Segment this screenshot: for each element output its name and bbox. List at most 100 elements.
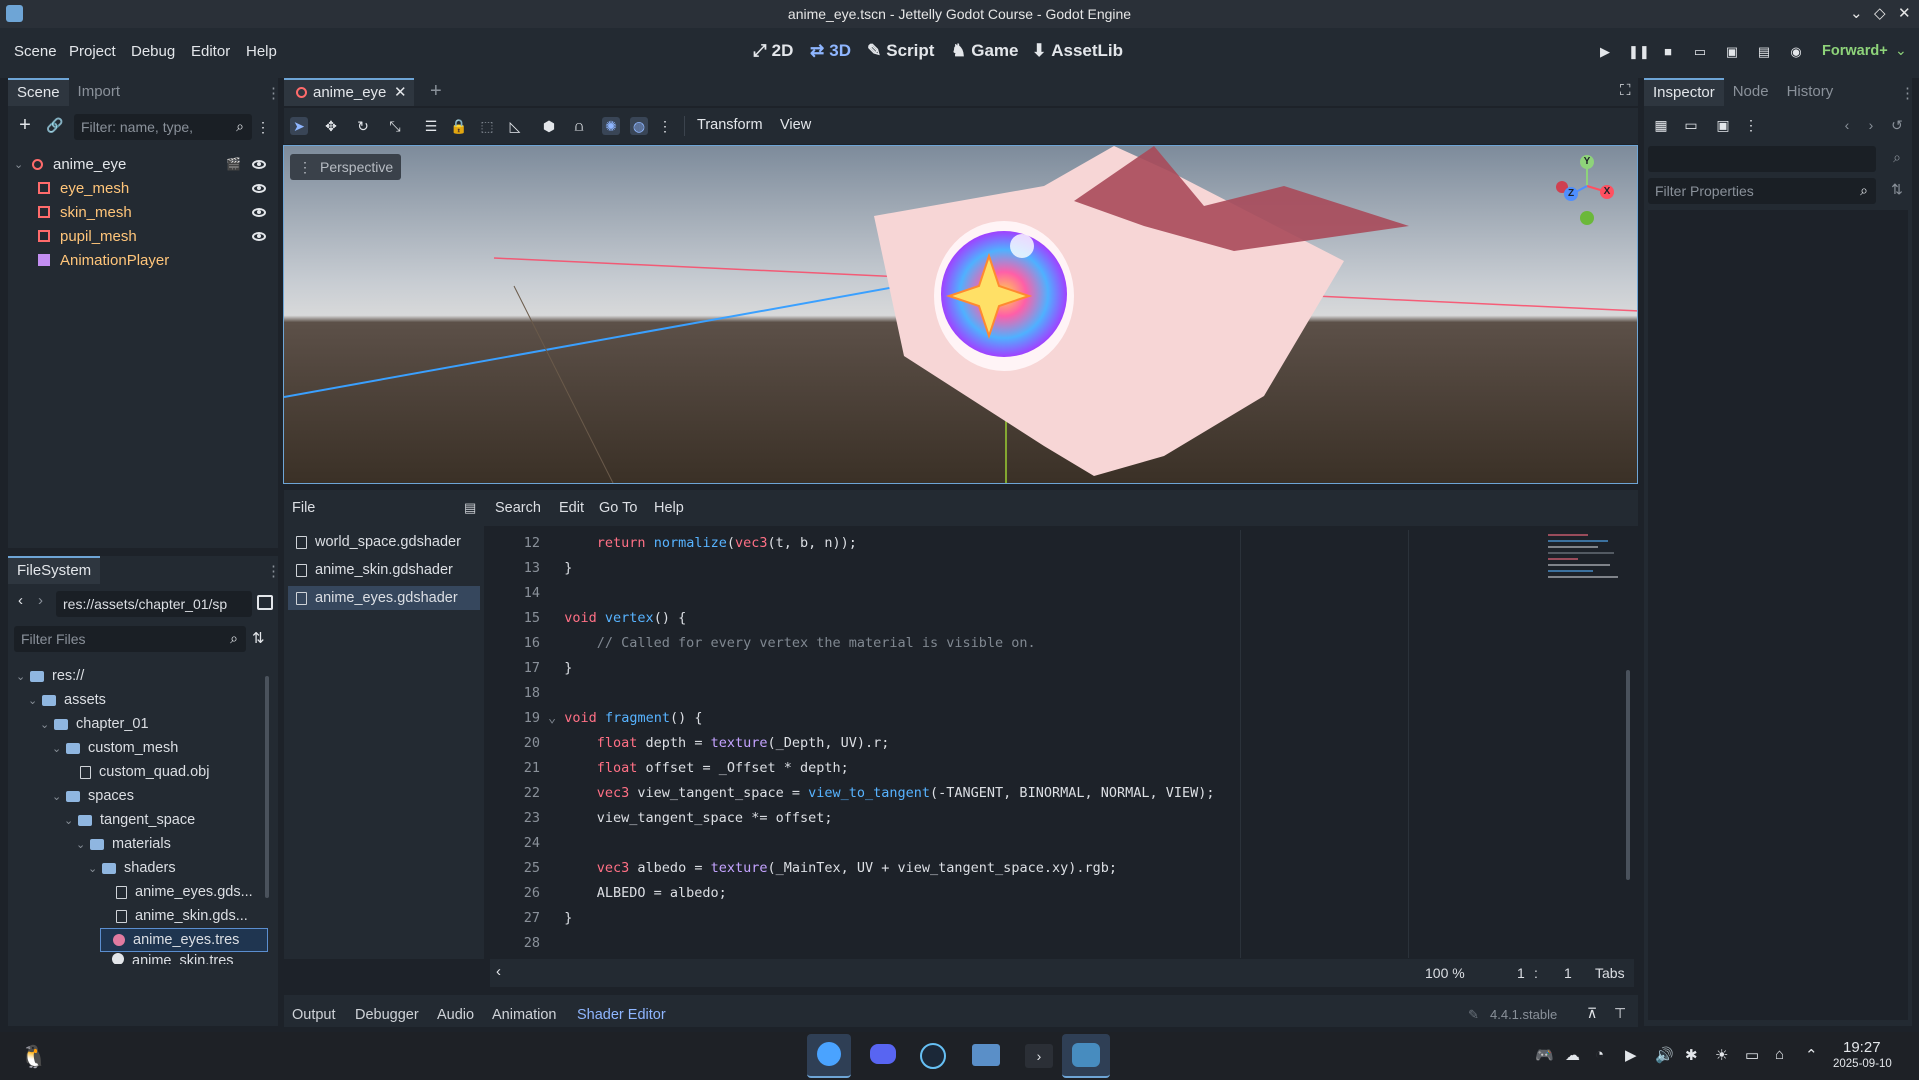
taskbar-app[interactable]: [860, 1034, 904, 1078]
shader-menu-edit[interactable]: Edit: [559, 500, 584, 516]
rotate-tool-icon[interactable]: ↻: [354, 117, 372, 135]
fs-item[interactable]: anime_skin.gds...: [116, 904, 248, 928]
toggle-panel-icon[interactable]: ‹: [496, 963, 501, 980]
tab-audio[interactable]: Audio: [437, 1007, 474, 1023]
tab-shader-editor[interactable]: Shader Editor: [577, 1007, 666, 1023]
tray-display-icon[interactable]: ▭: [1745, 1046, 1759, 1064]
local-space-icon[interactable]: ⬢: [540, 117, 558, 135]
forward-icon[interactable]: ›: [38, 592, 43, 609]
tray-volume-icon[interactable]: 🔊: [1655, 1046, 1674, 1064]
clapper-icon[interactable]: 🎬: [226, 157, 241, 171]
tray-network-icon[interactable]: ⌂: [1775, 1046, 1784, 1063]
orientation-gizmo[interactable]: Y Z X: [1552, 154, 1622, 229]
add-node-icon[interactable]: +: [16, 115, 34, 135]
code-editor[interactable]: 12 return normalize(vec3(t, b, n)); 13 }…: [490, 530, 1634, 958]
inspector-sort-icon[interactable]: ⇅: [1888, 180, 1906, 198]
run-project-icon[interactable]: ▶: [1597, 44, 1613, 60]
minimize-icon[interactable]: ⌄: [1850, 4, 1863, 22]
renderer-select[interactable]: Forward+: [1822, 43, 1888, 59]
fs-item[interactable]: ⌄ chapter_01: [40, 712, 149, 736]
shader-menu-help[interactable]: Help: [654, 500, 684, 516]
documentation-icon[interactable]: ⌕: [1888, 148, 1906, 166]
fs-item[interactable]: ⌄ res://: [16, 664, 84, 688]
dock-menu-icon[interactable]: ⋮: [266, 562, 281, 580]
fs-item-selected[interactable]: anime_eyes.tres: [100, 928, 268, 952]
gizmo-z-axis[interactable]: Z: [1564, 187, 1578, 201]
workspace-3d-button[interactable]: ⇄ 3D: [810, 41, 851, 61]
clock-time[interactable]: 19:27: [1843, 1039, 1881, 1056]
dock-menu-icon[interactable]: ⋮: [1900, 84, 1915, 102]
new-resource-icon[interactable]: ▦: [1652, 116, 1670, 134]
tree-node-root[interactable]: ⌄ anime_eye: [14, 152, 126, 176]
tab-history[interactable]: History: [1778, 78, 1843, 106]
path-field[interactable]: res://assets/chapter_01/sp: [56, 591, 252, 617]
tab-animation[interactable]: Animation: [492, 1007, 556, 1023]
menu-project[interactable]: Project: [69, 43, 116, 60]
workspace-2d-button[interactable]: ⤢ 2D: [753, 41, 793, 61]
run-current-scene-icon[interactable]: ▣: [1724, 44, 1740, 60]
tree-node-animation-player[interactable]: AnimationPlayer: [38, 248, 169, 272]
run-specific-scene-icon[interactable]: ▤: [1756, 44, 1772, 60]
taskbar-app[interactable]: ›: [1016, 1034, 1060, 1078]
visibility-eye-icon[interactable]: [252, 208, 266, 217]
shader-menu-file[interactable]: File: [292, 500, 315, 516]
workspace-assetlib-button[interactable]: ⬇ AssetLib: [1032, 41, 1123, 61]
sun-preview-icon[interactable]: ✺: [602, 117, 620, 135]
remote-debug-icon[interactable]: ▭: [1692, 44, 1708, 60]
stop-icon[interactable]: ■: [1660, 44, 1676, 60]
taskbar-app[interactable]: [910, 1034, 954, 1078]
distraction-free-icon[interactable]: ⛶: [1620, 82, 1631, 99]
split-view-icon[interactable]: [257, 595, 273, 610]
filter-properties-input[interactable]: Filter Properties ⌕: [1648, 178, 1876, 204]
instance-scene-icon[interactable]: 🔗: [46, 116, 64, 134]
shader-file-item[interactable]: world_space.gdshader: [288, 530, 480, 554]
tab-output[interactable]: Output: [292, 1007, 336, 1023]
taskbar-app-godot[interactable]: [1062, 1034, 1110, 1078]
tray-gamepad-icon[interactable]: 🎮: [1535, 1046, 1554, 1064]
more-options-icon[interactable]: ⋮: [656, 117, 674, 135]
history-forward-icon[interactable]: ›: [1862, 116, 1880, 134]
scrollbar[interactable]: [265, 676, 269, 898]
taskbar-app-active[interactable]: [807, 1034, 851, 1078]
group-icon[interactable]: ⬚: [478, 117, 496, 135]
tray-brightness-icon[interactable]: ☀: [1715, 1046, 1728, 1064]
expand-panel-icon[interactable]: ⊤: [1614, 1005, 1626, 1022]
fs-item[interactable]: anime_eyes.gds...: [116, 880, 253, 904]
scene-options-icon[interactable]: ⋮: [254, 118, 272, 136]
fs-item[interactable]: custom_quad.obj: [80, 760, 209, 784]
maximize-icon[interactable]: ◇: [1874, 4, 1886, 22]
object-history-icon[interactable]: ↺: [1888, 116, 1906, 134]
tab-debugger[interactable]: Debugger: [355, 1007, 419, 1023]
list-select-icon[interactable]: ☰: [422, 117, 440, 135]
environment-preview-icon[interactable]: ◍: [630, 117, 648, 135]
shader-menu-search[interactable]: Search: [495, 500, 541, 516]
version-label[interactable]: 4.4.1.stable: [1490, 1007, 1557, 1022]
transform-menu[interactable]: Transform: [697, 117, 763, 133]
code-minimap[interactable]: [1548, 530, 1620, 630]
chevron-down-icon[interactable]: ⌄: [14, 158, 28, 171]
pause-icon[interactable]: ❚❚: [1628, 44, 1650, 60]
ruler-icon[interactable]: ◺: [506, 117, 524, 135]
select-tool-icon[interactable]: ➤: [290, 117, 308, 135]
tree-node-eye-mesh[interactable]: eye_mesh: [38, 176, 129, 200]
clock-date[interactable]: 2025-09-10: [1833, 1058, 1892, 1070]
fs-item[interactable]: anime_skin.tres: [112, 953, 234, 964]
workspace-game-button[interactable]: ♞ Game: [951, 41, 1019, 61]
gizmo-x-axis[interactable]: X: [1600, 185, 1614, 199]
tab-filesystem[interactable]: FileSystem: [8, 556, 101, 584]
object-selector[interactable]: [1648, 146, 1876, 172]
fs-item[interactable]: ⌄ tangent_space: [64, 808, 195, 832]
close-window-icon[interactable]: ✕: [1898, 4, 1911, 22]
open-folder-icon[interactable]: ▭: [1682, 116, 1700, 134]
tray-bluetooth-icon[interactable]: ✱: [1685, 1046, 1698, 1064]
tree-node-pupil-mesh[interactable]: pupil_mesh: [38, 224, 137, 248]
menu-editor[interactable]: Editor: [191, 43, 230, 60]
tux-menu-icon[interactable]: 🐧: [20, 1044, 47, 1070]
shader-menu-goto[interactable]: Go To: [599, 500, 637, 516]
scene-filter-input[interactable]: Filter: name, type, ⌕: [74, 114, 252, 140]
indent-mode[interactable]: Tabs: [1595, 965, 1625, 981]
shader-file-item[interactable]: anime_skin.gdshader: [288, 558, 480, 582]
tab-import[interactable]: Import: [69, 78, 130, 106]
zoom-level[interactable]: 100 %: [1425, 965, 1465, 981]
snap-icon[interactable]: ⩍: [570, 117, 588, 135]
